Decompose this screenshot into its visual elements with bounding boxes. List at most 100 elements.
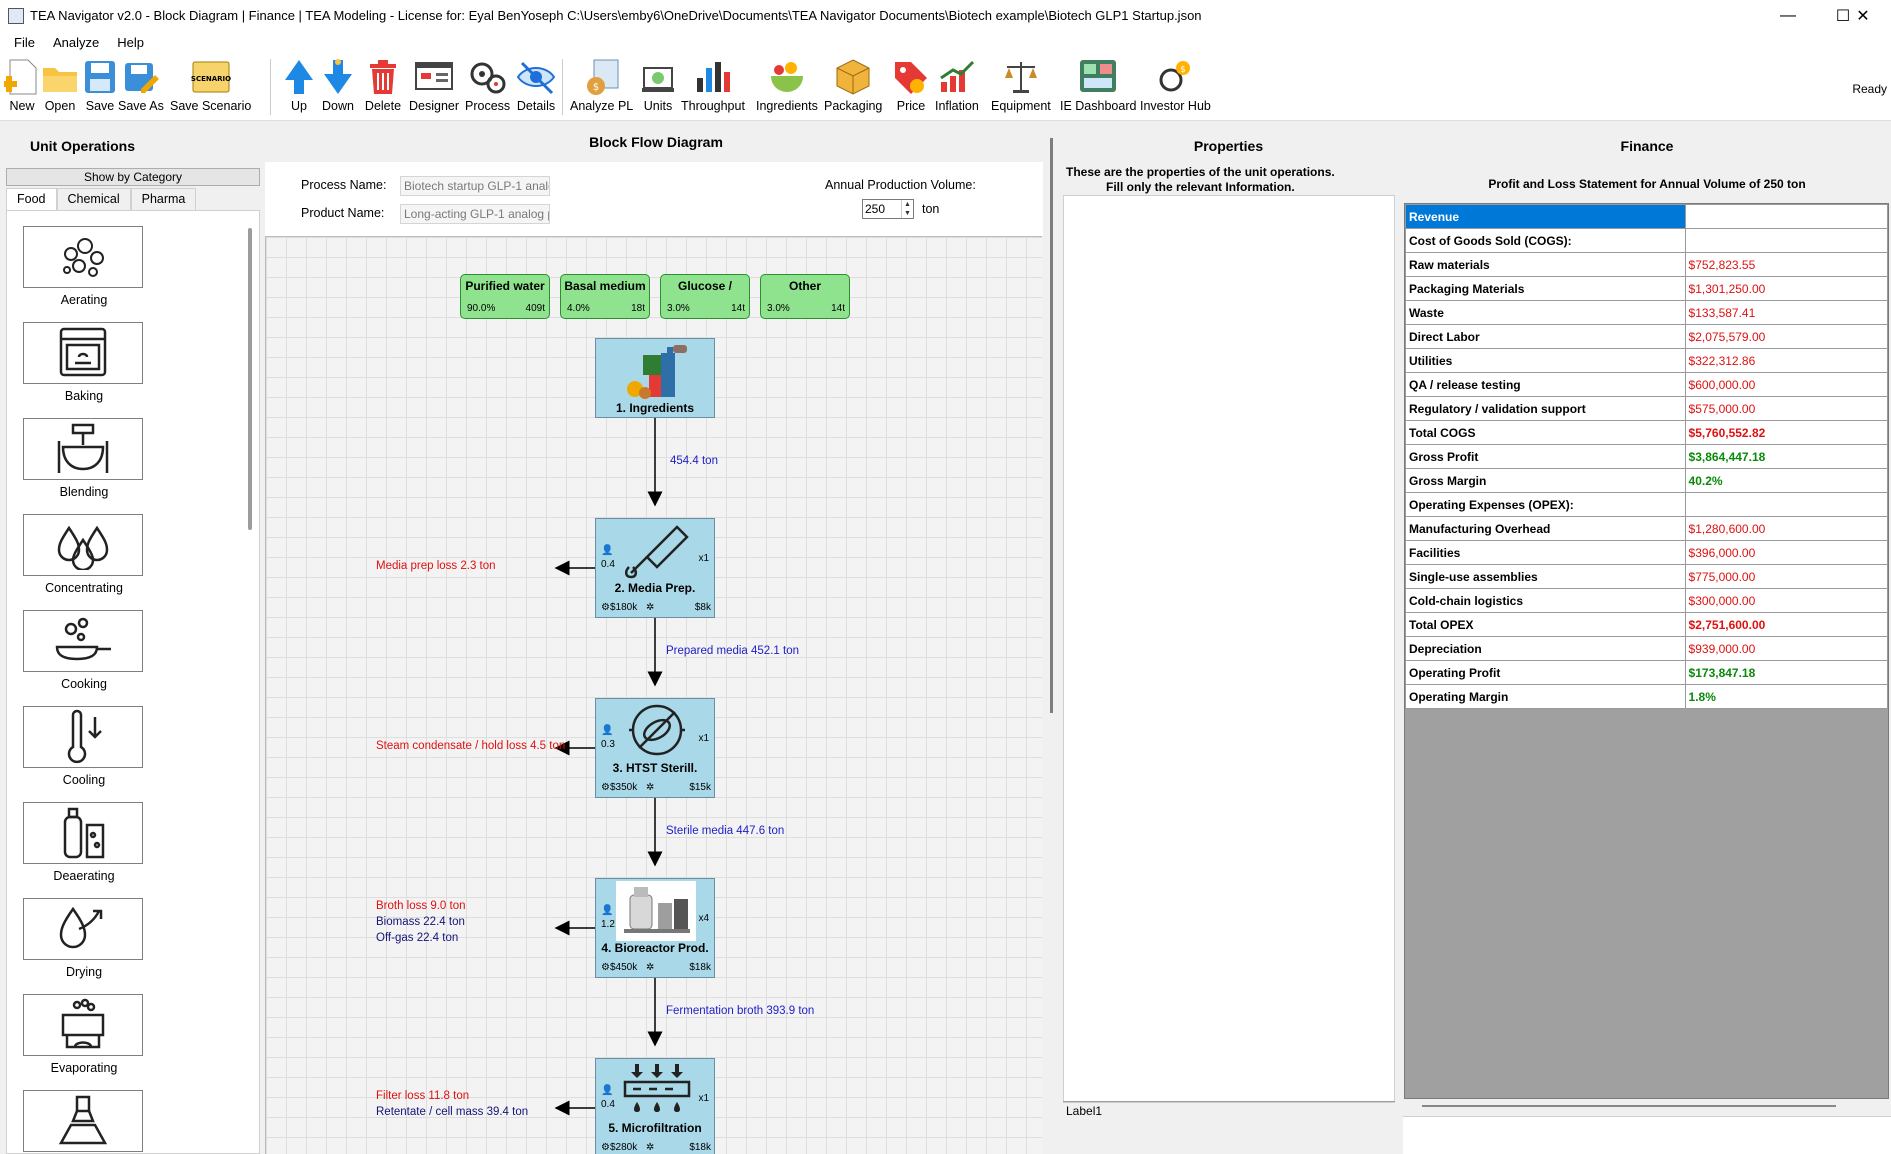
menu-analyze[interactable]: Analyze	[47, 35, 111, 50]
finance-title: Finance	[1620, 138, 1674, 154]
pl-row-value: $752,823.55	[1684, 252, 1888, 277]
pl-row[interactable]: Depreciation $939,000.00	[1405, 636, 1888, 661]
microbe-no-icon	[629, 704, 685, 756]
pl-row[interactable]: Waste $133,587.41	[1405, 300, 1888, 325]
pl-row-label: Total OPEX	[1405, 612, 1686, 637]
show-by-category-button[interactable]: Show by Category	[6, 168, 260, 186]
block-flow-canvas[interactable]: Purified water 90.0% 409t Basal medium 4…	[265, 236, 1042, 1154]
pl-row[interactable]: Operating Profit $173,847.18	[1405, 660, 1888, 685]
pl-row[interactable]: Revenue $9,625,000.00	[1405, 204, 1888, 229]
pl-row[interactable]: Cold-chain logistics $300,000.00	[1405, 588, 1888, 613]
block-ingredients[interactable]: 1. Ingredients	[595, 338, 715, 418]
drying-icon	[59, 906, 103, 949]
block-media-prep[interactable]: 👤 0.4 x1 2. Media Prep. ⚙$180k ✲ $8k	[595, 518, 715, 618]
pl-row[interactable]: Gross Profit $3,864,447.18	[1405, 444, 1888, 469]
unit-op-drying[interactable]: Drying	[23, 898, 145, 979]
unit-op-blending[interactable]: Blending	[23, 418, 145, 499]
pl-row[interactable]: QA / release testing $600,000.00	[1405, 372, 1888, 397]
close-button[interactable]: ✕	[1835, 0, 1891, 31]
process-button[interactable]: Process	[465, 57, 510, 113]
details-button[interactable]: Details	[516, 57, 556, 113]
new-button[interactable]: New	[2, 57, 42, 113]
ie-dashboard-button[interactable]: IE Dashboard	[1060, 57, 1136, 113]
unit-op-cooking[interactable]: Cooking	[23, 610, 145, 691]
price-button[interactable]: Price	[891, 57, 931, 113]
ingredients-button[interactable]: Ingredients	[756, 57, 818, 113]
pl-row[interactable]: Single-use assemblies $775,000.00	[1405, 564, 1888, 589]
analyze-pl-button[interactable]: $ Analyze PL	[570, 57, 633, 113]
tab-pharma[interactable]: Pharma	[130, 188, 197, 210]
equipment-button[interactable]: Equipment	[991, 57, 1051, 113]
throughput-button[interactable]: Throughput	[681, 57, 745, 113]
units-button[interactable]: Units	[638, 57, 678, 113]
list-scrollbar[interactable]	[248, 228, 252, 530]
bfd-header: Process Name: Biotech startup GLP-1 anal…	[265, 162, 1043, 236]
cooking-pan-icon	[55, 617, 111, 661]
finance-horizontal-scrollbar[interactable]	[1422, 1105, 1836, 1107]
pl-row[interactable]: Direct Labor $2,075,579.00	[1405, 324, 1888, 349]
block-bioreactor-production[interactable]: 👤 1.2 x4 4. Bioreactor Prod. ⚙$450k ✲ $1…	[595, 878, 715, 978]
properties-grid[interactable]	[1063, 195, 1395, 1103]
operators-count: 0.3	[601, 739, 615, 750]
finance-lower-panel	[1403, 1116, 1891, 1154]
pl-row-value: $396,000.00	[1684, 540, 1888, 565]
pl-row[interactable]: Facilities $396,000.00	[1405, 540, 1888, 565]
unit-op-baking[interactable]: Baking	[23, 322, 145, 403]
byproduct-label: Biomass 22.4 ton	[376, 916, 465, 928]
pl-table: Revenue $9,625,000.00 Cost of Goods Sold (…	[1405, 204, 1888, 709]
pl-row-label: Raw materials	[1405, 252, 1686, 277]
inflation-button[interactable]: Inflation	[935, 57, 979, 113]
block-microfiltration[interactable]: 👤 0.4 x1 5. Microfiltration ⚙$280k ✲ $18…	[595, 1058, 715, 1154]
properties-description: These are the properties of the unit ope…	[1066, 165, 1335, 194]
tab-food[interactable]: Food	[6, 188, 57, 210]
unit-operations-list: Aerating Baking Blending Concentrating C…	[6, 210, 260, 1154]
save-button[interactable]: Save	[80, 57, 120, 113]
tab-chemical[interactable]: Chemical	[56, 188, 131, 210]
menu-file[interactable]: File	[8, 35, 47, 50]
designer-button[interactable]: Designer	[409, 57, 459, 113]
pl-row[interactable]: Utilities $322,312.86	[1405, 348, 1888, 373]
unit-op-cooling[interactable]: Cooling	[23, 706, 145, 787]
menu-help[interactable]: Help	[111, 35, 156, 50]
unit-op-filtering[interactable]	[23, 1090, 145, 1152]
pl-row-label: Single-use assemblies	[1405, 564, 1686, 589]
folder-icon	[40, 57, 80, 97]
pl-row[interactable]: Cost of Goods Sold (COGS):	[1405, 228, 1888, 253]
delete-button[interactable]: Delete	[363, 57, 403, 113]
pl-row-label: Packaging Materials	[1405, 276, 1686, 301]
minimize-button[interactable]: —	[1760, 0, 1816, 31]
toolbar-separator	[270, 59, 271, 115]
pl-row[interactable]: Gross Margin 40.2%	[1405, 468, 1888, 493]
save-scenario-button[interactable]: SCENARIO Save Scenario	[170, 57, 251, 113]
unit-op-deaerating[interactable]: Deaerating	[23, 802, 145, 883]
pl-row[interactable]: Operating Expenses (OPEX):	[1405, 492, 1888, 517]
pl-row[interactable]: Total OPEX $2,751,600.00	[1405, 612, 1888, 637]
open-button[interactable]: Open	[40, 57, 80, 113]
unit-op-concentrating[interactable]: Concentrating	[23, 514, 145, 595]
pl-row[interactable]: Manufacturing Overhead $1,280,600.00	[1405, 516, 1888, 541]
annual-volume-spinner[interactable]: 250 ▲ ▼	[862, 199, 914, 219]
save-as-button[interactable]: Save As	[118, 57, 164, 113]
spinner-arrows-icon[interactable]: ▲ ▼	[901, 200, 913, 218]
block-htst-sterilization[interactable]: 👤 0.3 x1 3. HTST Sterill. ⚙$350k ✲ $15k	[595, 698, 715, 798]
pl-row[interactable]: Operating Margin 1.8%	[1405, 684, 1888, 709]
block-title: 1. Ingredients	[615, 401, 695, 415]
unit-op-aerating[interactable]: Aerating	[23, 226, 145, 307]
arrow-up-icon	[279, 57, 319, 97]
down-button[interactable]: Down	[318, 57, 358, 113]
menu-bar: File Analyze Help	[0, 31, 1891, 53]
pl-row[interactable]: Raw materials $752,823.55	[1405, 252, 1888, 277]
byproduct-label: Off-gas 22.4 ton	[376, 932, 459, 944]
pl-row[interactable]: Packaging Materials $1,301,250.00	[1405, 276, 1888, 301]
svg-text:$: $	[592, 82, 598, 93]
pl-row[interactable]: Regulatory / validation support $575,000.…	[1405, 396, 1888, 421]
process-name-input[interactable]: Biotech startup GLP-1 analog	[400, 176, 550, 196]
up-button[interactable]: Up	[279, 57, 319, 113]
unit-op-evaporating[interactable]: Evaporating	[23, 994, 145, 1075]
investor-hub-button[interactable]: $ Investor Hub	[1140, 57, 1211, 113]
pl-row[interactable]: Total COGS $5,760,552.82	[1405, 420, 1888, 445]
panel-splitter[interactable]	[1050, 138, 1053, 713]
packaging-button[interactable]: Packaging	[824, 57, 882, 113]
pl-row-label: Total COGS	[1405, 420, 1686, 445]
product-name-input[interactable]: Long-acting GLP-1 analog p	[400, 204, 550, 224]
